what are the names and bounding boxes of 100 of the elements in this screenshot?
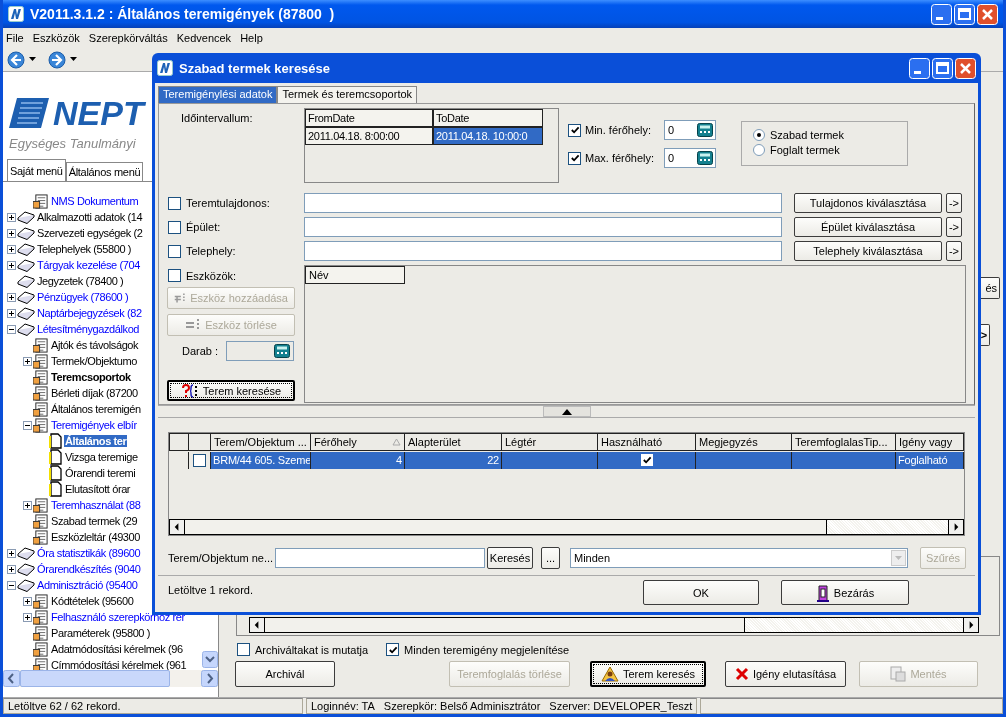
tree-item[interactable]: Telephelyek (55800 )	[36, 243, 133, 255]
menu-item[interactable]: Szerepkörváltás	[88, 32, 168, 44]
column-header[interactable]: Férőhely	[311, 433, 405, 451]
tree-expander[interactable]	[23, 356, 32, 366]
button[interactable]: Telephely kiválasztása	[794, 241, 942, 261]
back-icon[interactable]	[7, 50, 25, 69]
tree-expander[interactable]	[23, 596, 32, 606]
column-header[interactable]: Alapterület	[405, 433, 502, 451]
checkbox[interactable]	[168, 196, 181, 210]
horizontal-scrollbar[interactable]	[249, 617, 979, 633]
minimize-button[interactable]	[909, 57, 930, 79]
close-button[interactable]	[955, 57, 976, 79]
splitter-button[interactable]	[542, 406, 591, 417]
tab[interactable]: Saját menü	[7, 159, 66, 181]
dropdown-caret-icon[interactable]	[70, 57, 77, 62]
horizontal-scrollbar[interactable]	[169, 519, 964, 535]
tree-expander[interactable]	[7, 548, 16, 558]
tree-item[interactable]: Órarendi teremi	[64, 467, 137, 479]
radio-button[interactable]	[753, 144, 765, 156]
scroll-left-button[interactable]	[250, 618, 265, 632]
tree-item[interactable]: Termek/Objektumo	[50, 355, 138, 367]
dropdown-caret-icon[interactable]	[29, 57, 36, 62]
text-field[interactable]	[304, 193, 782, 213]
scroll-right-button[interactable]	[963, 618, 978, 632]
button[interactable]: Archivál	[235, 661, 335, 687]
tree-item[interactable]: Órarendkészítés (9040	[36, 563, 142, 575]
tree-expander[interactable]	[7, 212, 16, 222]
tree-item[interactable]: Szabad termek (29	[50, 515, 139, 527]
menu-item[interactable]: Help	[240, 32, 263, 44]
ok-button[interactable]: OK	[643, 580, 759, 605]
table-cell[interactable]: 2011.04.18. 8:00:00	[305, 127, 433, 145]
tree-expander[interactable]	[7, 308, 16, 318]
tree-expander[interactable]	[23, 500, 32, 510]
tree-expander[interactable]	[23, 612, 32, 622]
tree-item[interactable]: Eszközleltár (49300	[50, 531, 141, 543]
tree-item[interactable]: Teremigények elbír	[50, 419, 138, 431]
button[interactable]: Tulajdonos kiválasztása	[794, 193, 942, 213]
calculator-icon[interactable]	[274, 344, 291, 358]
button[interactable]: ->	[946, 241, 962, 261]
number-field[interactable]	[226, 341, 295, 361]
text-field[interactable]	[275, 548, 485, 568]
checkbox[interactable]	[168, 244, 181, 258]
tab[interactable]: Teremigénylési adatok	[158, 86, 278, 103]
scroll-right-button[interactable]	[948, 520, 963, 534]
button[interactable]: Terem keresés	[590, 661, 706, 687]
dropdown[interactable]: Minden	[570, 548, 908, 568]
button[interactable]: Igény elutasítása	[725, 661, 846, 687]
scroll-down-button[interactable]	[202, 651, 218, 668]
tree-item[interactable]: Ajtók és távolságok	[50, 339, 140, 351]
calculator-icon[interactable]	[697, 151, 713, 165]
button[interactable]: ->	[946, 193, 962, 213]
tree-item[interactable]: Alkalmazotti adatok (14	[36, 211, 144, 223]
column-header[interactable]: Légtér	[502, 433, 598, 451]
tree-item[interactable]: Általános ter	[64, 435, 128, 447]
tree-item[interactable]: Teremhasználat (88	[50, 499, 142, 511]
tree-item[interactable]: Elutasított órar	[64, 483, 132, 495]
tab[interactable]: Termek és teremcsoportok	[277, 86, 418, 103]
checkbox[interactable]	[568, 151, 581, 165]
calculator-icon[interactable]	[697, 123, 713, 137]
number-field[interactable]: 0	[664, 120, 716, 140]
column-header[interactable]: Terem/Objektum ...	[211, 433, 311, 451]
tree-item[interactable]: Jegyzetek (78400 )	[36, 275, 125, 287]
checkbox[interactable]	[568, 123, 581, 137]
tree-expander[interactable]	[7, 260, 16, 270]
scroll-left-button[interactable]	[170, 520, 185, 534]
tree-item[interactable]: Paraméterek (95800 )	[50, 627, 151, 639]
menu-item[interactable]: Kedvencek	[176, 32, 232, 44]
tree-item[interactable]: Naptárbejegyzések (82	[36, 307, 143, 319]
tree-expander[interactable]	[7, 244, 16, 254]
forward-icon[interactable]	[48, 50, 66, 69]
tree-item[interactable]: Címmódosítási kérelmek (961	[50, 659, 188, 671]
button[interactable]: ->	[946, 217, 962, 237]
tree-expander[interactable]	[23, 420, 32, 430]
column-header[interactable]: TeremfoglalasTip...	[792, 433, 896, 451]
checkbox[interactable]	[168, 269, 181, 282]
tree-item[interactable]: Óra statisztikák (89600	[36, 547, 142, 559]
number-field[interactable]: 0	[664, 148, 716, 168]
maximize-button[interactable]	[954, 3, 975, 25]
tree-item[interactable]: Létesítménygazdálkod	[36, 323, 141, 335]
maximize-button[interactable]	[932, 57, 953, 79]
selected-row[interactable]: BRM/44 605. Szeme 4 22 Foglalható	[211, 452, 964, 469]
column-header[interactable]: Igény vagy	[896, 433, 964, 451]
checkbox[interactable]	[168, 220, 181, 234]
tree-item[interactable]: Teremcsoportok	[50, 371, 132, 383]
tree-item[interactable]: Vizsga teremige	[64, 451, 139, 463]
tree-expander[interactable]	[7, 292, 16, 302]
text-field[interactable]	[304, 217, 782, 237]
button[interactable]: Keresés	[487, 547, 533, 569]
checkbox[interactable]	[386, 643, 400, 656]
tree-item[interactable]: Kódtételek (95600	[50, 595, 135, 607]
close-button[interactable]: Bezárás	[781, 580, 909, 605]
tree-item[interactable]: Általános teremigén	[50, 403, 142, 415]
radio-button[interactable]	[753, 129, 765, 141]
table-cell[interactable]: 2011.04.18. 10:00:0	[433, 127, 543, 145]
tab[interactable]: Általános menü	[65, 162, 144, 181]
checkbox[interactable]	[193, 454, 206, 467]
checkbox[interactable]	[237, 643, 250, 656]
button[interactable]: Terem keresése	[167, 380, 295, 401]
tree-item[interactable]: Adminisztráció (95400	[36, 579, 139, 591]
text-field[interactable]	[304, 241, 782, 261]
